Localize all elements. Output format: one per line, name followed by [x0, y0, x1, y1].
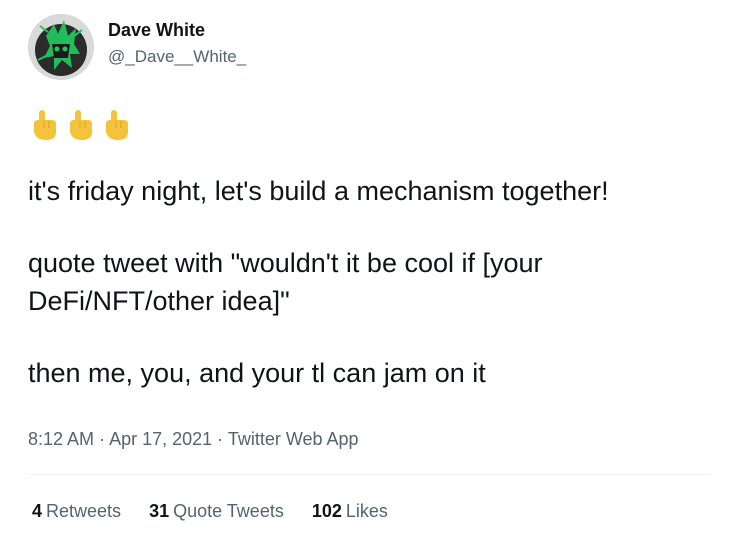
quote-tweets-label: Quote Tweets	[173, 501, 284, 521]
author-display-name[interactable]: Dave White	[108, 19, 246, 41]
quote-tweets-count: 31	[149, 501, 170, 521]
tweet-text: it's friday night, let's build a mechani…	[28, 172, 718, 392]
divider	[28, 474, 711, 475]
retweets-count: 4	[32, 501, 43, 521]
likes-count: 102	[311, 501, 342, 521]
pointing-down-hand-icon	[70, 110, 92, 140]
avatar[interactable]	[28, 14, 94, 80]
tweet-time[interactable]: 8:12 AM	[28, 429, 94, 449]
emoji-row	[30, 108, 132, 142]
tweet-meta: 8:12 AM · Apr 17, 2021 · Twitter Web App	[28, 427, 359, 451]
tweet-line: it's friday night, let's build a mechani…	[28, 176, 609, 206]
tweet-line: then me, you, and your tl can jam on it	[28, 358, 486, 388]
likes-stat[interactable]: 102 Likes	[312, 499, 388, 523]
pointing-down-hand-icon	[34, 110, 56, 140]
tweet-author[interactable]: Dave White @_Dave__White_	[28, 14, 246, 80]
tweet-source[interactable]: Twitter Web App	[228, 429, 359, 449]
author-names: Dave White @_Dave__White_	[108, 19, 246, 69]
quote-tweets-stat[interactable]: 31 Quote Tweets	[149, 499, 284, 523]
author-handle[interactable]: @_Dave__White_	[108, 45, 246, 69]
meta-separator: ·	[212, 429, 228, 449]
retweets-label: Retweets	[46, 501, 122, 521]
tweet-line: DeFi/NFT/other idea]"	[28, 286, 290, 316]
avatar-image	[28, 14, 94, 80]
tweet-line: quote tweet with "wouldn't it be cool if…	[28, 248, 543, 278]
retweets-stat[interactable]: 4 Retweets	[32, 499, 121, 523]
pointing-down-hand-icon	[106, 110, 128, 140]
tweet-card: Dave White @_Dave__White_ it's friday ni…	[0, 0, 731, 537]
likes-label: Likes	[345, 501, 388, 521]
meta-separator: ·	[94, 429, 110, 449]
tweet-date[interactable]: Apr 17, 2021	[109, 429, 212, 449]
tweet-stats: 4 Retweets 31 Quote Tweets 102 Likes	[32, 499, 388, 523]
